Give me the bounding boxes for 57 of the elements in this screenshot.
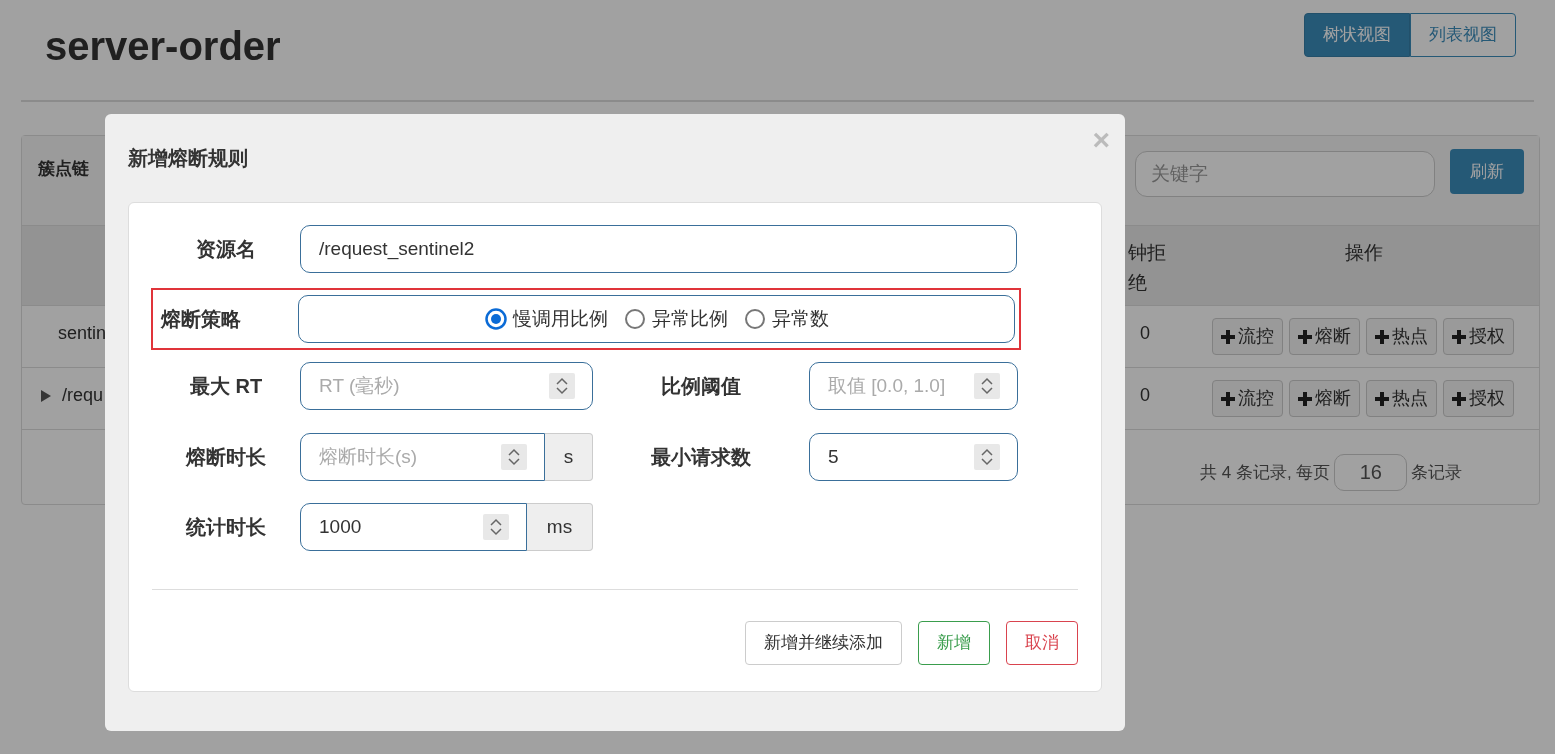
field-label: 最小请求数: [650, 445, 752, 470]
plus-icon: [1221, 391, 1235, 406]
field-label: 比例阈值: [660, 374, 742, 399]
text-field[interactable]: /request_sentinel2: [300, 225, 1017, 273]
plus-icon: [1375, 391, 1389, 406]
number-field[interactable]: RT (毫秒): [300, 362, 593, 410]
plus-icon: [1452, 329, 1466, 344]
dialog-button[interactable]: 取消: [1006, 621, 1078, 665]
row-name: sentin: [58, 322, 107, 345]
radio-option[interactable]: 异常数: [743, 304, 829, 334]
page-size-field[interactable]: 16: [1334, 454, 1408, 491]
pagination-text: 共 4 条记录, 每页: [1200, 461, 1331, 484]
action-button[interactable]: 流控: [1212, 318, 1283, 355]
field-label: 最大 RT: [188, 374, 264, 399]
panel-title: 簇点链: [38, 158, 89, 180]
number-field[interactable]: 5: [809, 433, 1018, 481]
action-button[interactable]: 热点: [1366, 380, 1437, 417]
column-header: 钟拒绝: [1128, 241, 1167, 295]
action-button[interactable]: 授权: [1443, 318, 1514, 355]
action-button[interactable]: 热点: [1366, 318, 1437, 355]
unit-addon: s: [545, 433, 593, 481]
plus-icon: [1298, 391, 1312, 406]
pagination-text: 条记录: [1411, 461, 1463, 484]
action-button[interactable]: 流控: [1212, 380, 1283, 417]
spinner-icon: [549, 373, 575, 399]
number-field[interactable]: 1000: [300, 503, 527, 551]
field-label: 资源名: [195, 237, 257, 262]
table-cell-text: 0: [1140, 322, 1150, 345]
spinner-icon: [974, 444, 1000, 470]
radio-option[interactable]: 异常比例: [623, 304, 728, 334]
dialog-button[interactable]: 新增: [918, 621, 990, 665]
page-title: server-order: [45, 23, 281, 70]
plus-icon: [1375, 329, 1389, 344]
plus-icon: [1221, 329, 1235, 344]
number-field[interactable]: 熔断时长(s): [300, 433, 545, 481]
number-field[interactable]: 取值 [0.0, 1.0]: [809, 362, 1018, 410]
dialog-title: 新增熔断规则: [128, 146, 248, 171]
field-label: 熔断策略: [159, 307, 242, 332]
spinner-icon: [483, 514, 509, 540]
radio-option[interactable]: 慢调用比例: [484, 304, 608, 334]
plus-icon: [1452, 391, 1466, 406]
spinner-icon: [501, 444, 527, 470]
action-button[interactable]: 熔断: [1289, 380, 1360, 417]
expand-triangle-icon: [40, 388, 52, 403]
action-button[interactable]: 熔断: [1289, 318, 1360, 355]
action-button[interactable]: 授权: [1443, 380, 1514, 417]
field-label: 统计时长: [184, 515, 267, 540]
column-header: 操作: [1345, 241, 1383, 265]
search-field[interactable]: 关键字: [1135, 151, 1435, 197]
row-name: /requ: [62, 384, 104, 407]
unit-addon: ms: [527, 503, 593, 551]
view-tab[interactable]: 列表视图: [1410, 13, 1516, 57]
plus-icon: [1298, 329, 1312, 344]
table-cell-text: 0: [1140, 384, 1150, 407]
spinner-icon: [974, 373, 1000, 399]
dialog-button[interactable]: 新增并继续添加: [745, 621, 902, 665]
field-label: 熔断时长: [184, 445, 267, 470]
